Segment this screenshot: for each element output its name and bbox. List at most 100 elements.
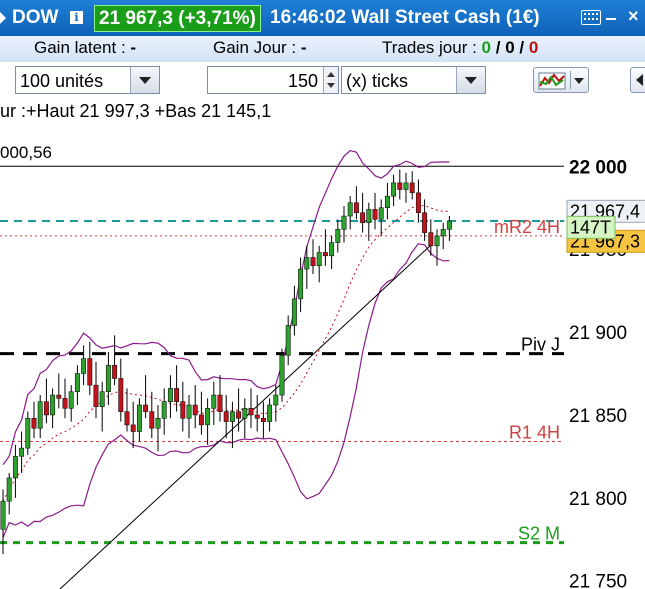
candle-body: [56, 394, 62, 399]
candle-body: [19, 447, 25, 457]
candle-body: [304, 257, 310, 270]
gain-latent-value: -: [130, 38, 137, 57]
candle-body: [180, 401, 186, 419]
candle-body: [236, 411, 242, 419]
candle-body: [149, 411, 155, 429]
gain-latent-label: Gain latent :: [34, 38, 126, 57]
candle-body: [87, 358, 93, 386]
candle-body: [192, 404, 198, 416]
candle-body: [74, 373, 80, 392]
price-line-label: 000,56: [0, 143, 52, 162]
axis-tick-label: 21 800: [569, 489, 627, 510]
candle-body: [273, 394, 279, 406]
candle-body: [198, 414, 204, 426]
toolbar: 100 unités 150 (x) ticks: [0, 62, 645, 100]
candle-body: [335, 229, 341, 243]
tick-mode-select-value: (x) ticks: [346, 71, 408, 91]
candle-body: [279, 355, 285, 396]
candle-body: [93, 384, 99, 407]
arrow-up-icon[interactable]: [327, 72, 335, 77]
candle-body: [366, 209, 372, 223]
tick-count-value: 150: [287, 71, 318, 91]
candle-body: [310, 257, 316, 267]
candle-body: [229, 411, 235, 422]
price-change-badge: 21 967,3 (+3,71%): [94, 5, 261, 32]
chevron-down-icon[interactable]: [456, 67, 485, 93]
gain-latent: Gain latent : -: [34, 38, 136, 58]
arrow-down-icon[interactable]: [327, 83, 335, 88]
candle-body: [118, 378, 124, 412]
title-bar: DOW i 21 967,3 (+3,71%) 16:46:02 Wall St…: [0, 0, 645, 36]
keyboard-icon[interactable]: [581, 10, 601, 25]
trades-separator: /: [519, 38, 525, 57]
candle-body: [409, 182, 415, 194]
candle-body: [415, 192, 421, 213]
trades-jour: Trades jour : 0 / 0 / 0: [382, 38, 538, 58]
level-label-r1: R1 4H: [509, 422, 560, 442]
candle-body: [68, 391, 74, 409]
indicators-button[interactable]: [533, 67, 589, 93]
candle-body: [105, 364, 111, 392]
candle-body: [316, 252, 322, 267]
candle-body: [186, 404, 192, 419]
trades-mid-count: 0: [505, 38, 515, 57]
candle-body: [384, 195, 390, 208]
chevron-down-icon[interactable]: [130, 67, 159, 93]
instrument-symbol: DOW: [12, 7, 59, 28]
candle-body: [167, 388, 173, 402]
units-select-value: 100 unités: [20, 71, 104, 91]
collapse-arrow-icon[interactable]: [0, 10, 6, 26]
candle-body: [372, 209, 378, 220]
candle-body: [397, 182, 403, 190]
candle-body: [43, 401, 49, 416]
stats-bar: Gain latent : - Gain Jour : - Trades jou…: [0, 36, 645, 63]
candle-body: [211, 394, 217, 409]
candle-body: [136, 404, 142, 432]
chevron-down-icon[interactable]: [574, 78, 584, 84]
candle-body: [99, 391, 105, 407]
candle-body: [428, 232, 434, 247]
candle-body: [378, 207, 384, 220]
price-chart[interactable]: 22 00021 95021 90021 85021 80021 750mR2 …: [0, 100, 645, 589]
candle-body: [217, 394, 223, 412]
candle-body: [329, 242, 335, 257]
gain-jour-value: -: [300, 38, 307, 57]
candle-body: [242, 408, 248, 419]
candle-body: [205, 408, 211, 426]
minimize-icon[interactable]: [606, 18, 616, 20]
trades-jour-label: Trades jour :: [382, 38, 477, 57]
candle-body: [12, 456, 18, 479]
candle-body: [62, 398, 68, 409]
tick-count-stepper[interactable]: 150: [207, 66, 339, 94]
candle-body: [322, 252, 328, 257]
stepper-arrows[interactable]: [323, 67, 338, 93]
candle-body: [223, 411, 229, 422]
gain-jour-label: Gain Jour :: [213, 38, 297, 57]
units-select[interactable]: 100 unités: [15, 66, 160, 94]
scroll-left-button[interactable]: [630, 67, 645, 93]
candle-body: [6, 477, 12, 502]
candle-body: [124, 411, 130, 426]
axis-tick-label: 21 900: [569, 323, 627, 344]
trades-loss-count: 0: [528, 38, 539, 57]
axis-tick-label: 22 000: [569, 157, 627, 178]
close-icon[interactable]: ×: [628, 6, 639, 27]
candle-body: [161, 401, 167, 419]
candle-body: [31, 418, 37, 429]
candle-body: [291, 298, 297, 326]
candle-body: [174, 388, 180, 402]
button-separator: [570, 71, 571, 89]
axis-tick-label: 21 850: [569, 406, 627, 427]
trades-win-count: 0: [481, 38, 491, 57]
tick-mode-select[interactable]: (x) ticks: [341, 66, 486, 94]
session-high-low-info: ur :+Haut 21 997,3 +Bas 21 145,1: [0, 101, 274, 122]
info-icon[interactable]: i: [70, 11, 83, 24]
axis-tick-label: 21 750: [569, 572, 627, 589]
candle-body: [254, 414, 260, 419]
level-label-s2: S2 M: [518, 524, 560, 544]
candle-body: [112, 364, 118, 379]
candle-body: [50, 394, 56, 416]
candle-body: [155, 418, 161, 429]
candle-body: [341, 215, 347, 230]
candle-body: [298, 268, 304, 300]
